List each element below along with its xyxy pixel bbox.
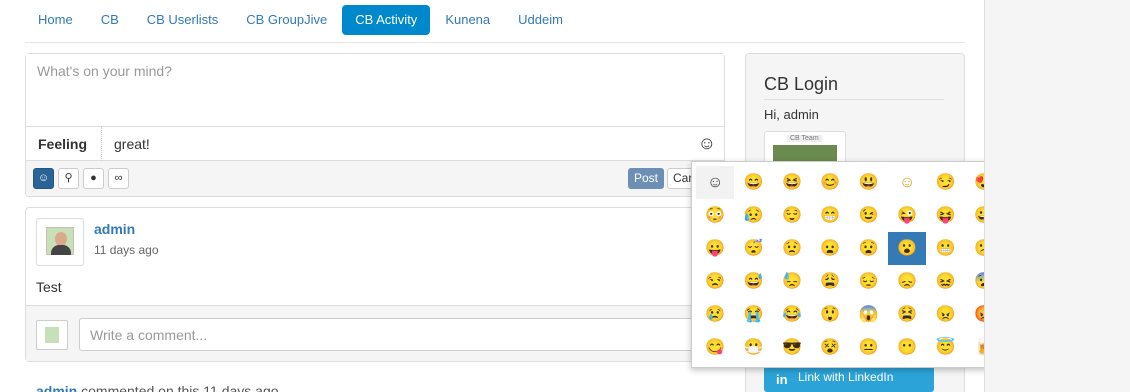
user-tag-icon: ● <box>90 172 97 184</box>
nav-item-home[interactable]: Home <box>25 5 86 35</box>
activity-timestamp: 11 days ago <box>94 243 159 257</box>
avatar[interactable] <box>36 218 84 266</box>
smiley-icon: ☺ <box>37 172 50 184</box>
feeling-row: Feeling great! ☺ <box>26 127 724 161</box>
emoji-option[interactable]: 😳 <box>696 199 734 232</box>
activity-text: Test <box>36 279 62 295</box>
emoji-option[interactable]: 😫 <box>888 298 926 331</box>
emoji-option[interactable]: 😟 <box>773 232 811 265</box>
nav-item-cb-activity[interactable]: CB Activity <box>342 5 431 35</box>
emoji-option[interactable]: 😢 <box>696 298 734 331</box>
emoji-option[interactable]: 😞 <box>888 265 926 298</box>
emoji-option[interactable]: 😱 <box>850 298 888 331</box>
next-activity-line: admin commented on this 11 days ago <box>36 383 279 392</box>
emoji-option[interactable]: 😦 <box>811 232 849 265</box>
emoji-option[interactable]: 😮 <box>887 232 927 265</box>
emoji-option[interactable]: 😉 <box>850 199 888 232</box>
emoji-option[interactable]: 😝 <box>926 199 964 232</box>
emoji-option[interactable]: 😍 <box>965 166 984 199</box>
login-title: CB Login <box>764 74 839 94</box>
emoji-option[interactable]: 😷 <box>734 331 772 364</box>
emoji-option[interactable]: 😜 <box>888 199 926 232</box>
emoji-option[interactable]: ☺ <box>888 166 926 199</box>
emoji-option[interactable]: 😁 <box>811 199 849 232</box>
next-activity-text: commented on this 11 days ago <box>77 383 279 392</box>
linkedin-button[interactable]: in Link with LinkedIn <box>764 366 934 392</box>
emoji-option[interactable]: 😎 <box>773 331 811 364</box>
emoji-option[interactable]: 😶 <box>888 331 926 364</box>
status-textarea[interactable] <box>26 54 724 127</box>
emoji-option[interactable]: 😇 <box>926 331 964 364</box>
avatar-photo <box>46 227 74 255</box>
emoji-option[interactable]: 😏 <box>926 166 964 199</box>
emoji-option[interactable]: 😆 <box>773 166 811 199</box>
emoji-option[interactable]: 😵 <box>811 331 849 364</box>
nav-item-kunena[interactable]: Kunena <box>432 5 503 35</box>
emoji-option[interactable]: 😥 <box>734 199 772 232</box>
login-greeting: Hi, admin <box>764 107 819 122</box>
comment-input[interactable] <box>79 318 719 351</box>
post-button[interactable]: Post <box>628 168 665 189</box>
nav-item-uddeim[interactable]: Uddeim <box>505 5 576 35</box>
emoji-option[interactable]: 😬 <box>926 232 964 265</box>
nav-divider <box>25 42 965 43</box>
login-divider <box>764 99 944 100</box>
composer-toolbar: ☺ ⚲ ● ∞ Post Cancel <box>26 161 724 196</box>
emoji-option[interactable]: 😓 <box>773 265 811 298</box>
tag-user-tool-button[interactable]: ● <box>83 168 104 189</box>
emoji-option[interactable]: 😄 <box>734 166 772 199</box>
emoji-option[interactable]: 😒 <box>696 265 734 298</box>
linkedin-label: Link with LinkedIn <box>798 370 894 384</box>
emoji-option[interactable]: 😋 <box>696 331 734 364</box>
emoji-option[interactable]: ☺ <box>696 166 735 199</box>
emoji-option[interactable]: 😨 <box>965 265 984 298</box>
avatar-shirt <box>51 245 71 255</box>
next-activity-author[interactable]: admin <box>36 383 77 392</box>
avatar-badge: CB Team <box>787 135 822 142</box>
emoji-option[interactable]: 😡 <box>965 298 984 331</box>
emoji-option[interactable]: 😲 <box>811 298 849 331</box>
feeling-label: Feeling <box>26 127 102 161</box>
emoji-option[interactable]: 😧 <box>850 232 888 265</box>
linkedin-icon: in <box>776 372 788 387</box>
activity-item: admin 11 days ago Test <box>25 207 725 362</box>
emoji-option[interactable]: 😃 <box>850 166 888 199</box>
emoji-option[interactable]: 😊 <box>811 166 849 199</box>
emoji-option[interactable]: 😅 <box>734 265 772 298</box>
link-tool-button[interactable]: ∞ <box>108 168 129 189</box>
status-composer: Feeling great! ☺ ☺ ⚲ ● ∞ Post Cancel <box>25 53 725 197</box>
link-icon: ∞ <box>114 172 123 184</box>
emoji-option[interactable]: 😔 <box>850 265 888 298</box>
activity-author[interactable]: admin <box>94 221 135 237</box>
nav-item-cb-userlists[interactable]: CB Userlists <box>134 5 232 35</box>
emoji-option[interactable]: 😠 <box>926 298 964 331</box>
emoji-option[interactable]: 😖 <box>926 265 964 298</box>
emoji-option[interactable]: 😌 <box>773 199 811 232</box>
emoji-option[interactable]: 😐 <box>850 331 888 364</box>
emoji-picker: ☺😄😆😊😃☺😏😍😘😚😳😥😌😁😉😜😝😀😗😙😛😴😟😦😧😮😬😕😯😑😒😅😓😩😔😞😖😨😰😣… <box>691 161 984 368</box>
main-nav: Home CB CB Userlists CB GroupJive CB Activit… <box>25 5 576 35</box>
comment-avatar <box>36 320 68 350</box>
avatar-face <box>55 232 67 246</box>
feeling-tool-button[interactable]: ☺ <box>33 168 54 189</box>
emoji-option[interactable]: 😭 <box>734 298 772 331</box>
emoji-grid: ☺😄😆😊😃☺😏😍😘😚😳😥😌😁😉😜😝😀😗😙😛😴😟😦😧😮😬😕😯😑😒😅😓😩😔😞😖😨😰😣… <box>696 166 984 364</box>
emoji-option[interactable]: 😂 <box>773 298 811 331</box>
smiley-outline-icon[interactable]: ☺ <box>698 133 716 153</box>
feeling-value[interactable]: great! <box>114 127 150 161</box>
emoji-option[interactable]: 😛 <box>696 232 734 265</box>
location-tool-button[interactable]: ⚲ <box>58 168 79 189</box>
emoji-option[interactable]: 🍺 <box>965 331 984 364</box>
emoji-option[interactable]: 😴 <box>734 232 772 265</box>
page-content: Home CB CB Userlists CB GroupJive CB Activit… <box>0 0 985 392</box>
nav-item-cb-groupjive[interactable]: CB GroupJive <box>233 5 340 35</box>
comment-bar <box>26 305 724 361</box>
emoji-option[interactable]: 😕 <box>965 232 984 265</box>
emoji-option[interactable]: 😀 <box>965 199 984 232</box>
nav-item-cb[interactable]: CB <box>88 5 132 35</box>
comment-avatar-photo <box>45 327 59 343</box>
location-pin-icon: ⚲ <box>64 172 73 184</box>
emoji-option[interactable]: 😩 <box>811 265 849 298</box>
